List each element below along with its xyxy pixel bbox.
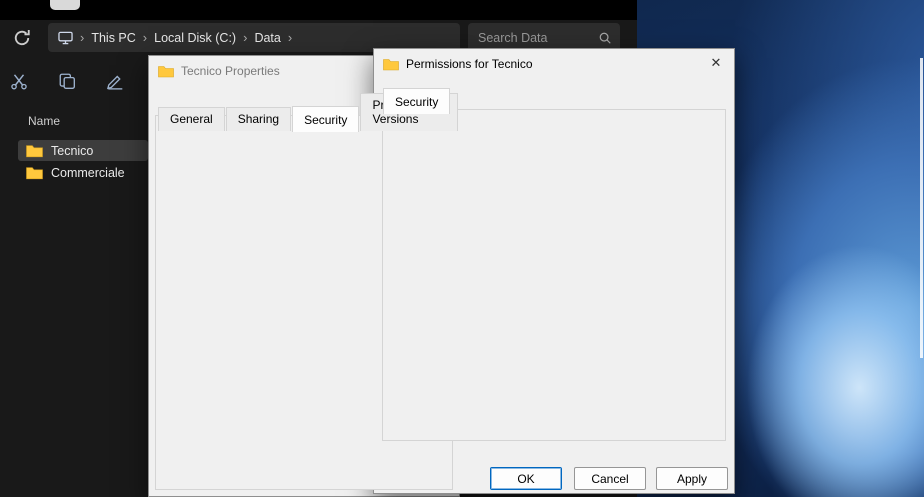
- tab-security[interactable]: Security: [292, 106, 359, 132]
- explorer-titlebar: [0, 0, 637, 20]
- folder-icon: [26, 166, 43, 180]
- copy-icon[interactable]: [58, 72, 76, 90]
- background-window-edge: [920, 58, 923, 358]
- folder-icon: [383, 58, 399, 71]
- search-icon[interactable]: [598, 31, 612, 45]
- tab-sharing[interactable]: Sharing: [226, 107, 291, 131]
- explorer-tab-stub[interactable]: [50, 0, 80, 10]
- apply-button[interactable]: Apply: [656, 467, 728, 490]
- close-icon[interactable]: ✕: [699, 50, 733, 76]
- chevron-right-icon: ›: [143, 30, 147, 45]
- security-tab-page: [382, 109, 726, 441]
- cut-icon[interactable]: [10, 72, 28, 90]
- chevron-right-icon: ›: [243, 30, 247, 45]
- file-name: Commerciale: [51, 166, 125, 180]
- folder-icon: [158, 65, 174, 78]
- chevron-right-icon: ›: [80, 30, 84, 45]
- column-header-name[interactable]: Name: [28, 114, 60, 128]
- tab-general[interactable]: General: [158, 107, 225, 131]
- screen: › This PC › Local Disk (C:) › Data ›: [0, 0, 924, 497]
- permissions-dialog-titlebar[interactable]: Permissions for Tecnico: [374, 49, 734, 79]
- tab-security[interactable]: Security: [383, 88, 450, 114]
- cancel-button[interactable]: Cancel: [574, 467, 646, 490]
- breadcrumb-item-local-disk[interactable]: Local Disk (C:): [154, 31, 236, 45]
- file-row-commerciale[interactable]: Commerciale: [18, 162, 148, 183]
- file-row-tecnico[interactable]: Tecnico: [18, 140, 148, 161]
- search-input[interactable]: [478, 31, 598, 45]
- command-bar: [10, 72, 124, 90]
- chevron-right-icon: ›: [288, 30, 292, 45]
- permissions-tabs: Security: [383, 87, 451, 113]
- breadcrumb-item-data[interactable]: Data: [254, 31, 280, 45]
- rename-icon[interactable]: [106, 72, 124, 90]
- this-pc-icon[interactable]: [58, 31, 73, 45]
- ok-button[interactable]: OK: [490, 467, 562, 490]
- breadcrumb-item-this-pc[interactable]: This PC: [91, 31, 135, 45]
- file-name: Tecnico: [51, 144, 93, 158]
- folder-icon: [26, 144, 43, 158]
- dialog-title: Tecnico Properties: [181, 64, 280, 78]
- refresh-icon[interactable]: [12, 28, 32, 48]
- dialog-title: Permissions for Tecnico: [406, 57, 533, 71]
